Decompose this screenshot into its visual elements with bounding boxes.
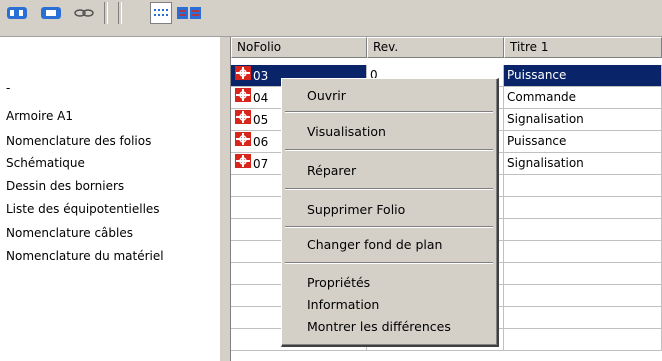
column-header-titre1[interactable]: Titre 1: [504, 37, 662, 58]
context-menu: Ouvrir Visualisation Réparer Supprimer F…: [281, 78, 499, 347]
menu-item-ouvrir[interactable]: Ouvrir: [307, 88, 346, 103]
tree-item-dessin-borniers[interactable]: Dessin des borniers: [6, 179, 124, 193]
menu-separator: [285, 111, 493, 113]
folio-number: 03: [253, 69, 269, 83]
tree-item-equipotentielles[interactable]: Liste des équipotentielles: [6, 202, 160, 216]
tree-item-nomenclature-folios[interactable]: Nomenclature des folios: [6, 134, 151, 148]
pane-splitter[interactable]: [219, 37, 231, 361]
menu-item-supprimer-folio[interactable]: Supprimer Folio: [307, 202, 405, 217]
column-header-rev[interactable]: Rev.: [367, 37, 504, 58]
folio-icon: [234, 131, 252, 152]
folio-number: 05: [253, 113, 269, 127]
project-tree: - Armoire A1 Nomenclature des folios Sch…: [0, 37, 219, 361]
menu-separator: [285, 226, 493, 228]
menu-item-information[interactable]: Information: [307, 297, 379, 312]
toolbar: [0, 0, 662, 37]
grid-header: NoFolio Rev. Titre 1: [231, 37, 662, 58]
tree-item-schematique[interactable]: Schématique: [6, 156, 85, 170]
title-cell[interactable]: Puissance: [504, 131, 662, 153]
menu-separator: [285, 188, 493, 190]
title-cell[interactable]: Signalisation: [504, 153, 662, 175]
tree-item-armoire[interactable]: Armoire A1: [6, 109, 73, 123]
folio-number: 07: [253, 157, 269, 171]
column-header-nofolio[interactable]: NoFolio: [231, 37, 367, 58]
toolbar-separator: [118, 2, 122, 24]
menu-item-changer-fond-de-plan[interactable]: Changer fond de plan: [307, 237, 442, 252]
list-view-icon[interactable]: [150, 2, 172, 24]
folio-icon: [234, 65, 252, 86]
folio-remove-icon[interactable]: [38, 2, 64, 24]
menu-separator: [285, 149, 493, 151]
folio-icon: [234, 153, 252, 174]
title-cell[interactable]: Puissance: [504, 65, 662, 87]
menu-item-montrer-differences[interactable]: Montrer les différences: [307, 319, 451, 334]
folio-icon: [234, 109, 252, 130]
title-cell[interactable]: Signalisation: [504, 109, 662, 131]
menu-separator: [285, 262, 493, 264]
menu-item-visualisation[interactable]: Visualisation: [307, 124, 386, 139]
folio-icon: [234, 87, 252, 108]
menu-item-proprietes[interactable]: Propriétés: [307, 275, 370, 290]
title-cell[interactable]: Commande: [504, 87, 662, 109]
tree-item[interactable]: -: [6, 81, 10, 95]
tree-item-nomenclature-cables[interactable]: Nomenclature câbles: [6, 226, 133, 240]
folio-number: 04: [253, 91, 269, 105]
menu-item-reparer[interactable]: Réparer: [307, 163, 356, 178]
folio-number: 06: [253, 135, 269, 149]
folio-multi-icon[interactable]: [176, 2, 202, 24]
link-icon[interactable]: [72, 2, 96, 24]
folio-add-icon[interactable]: [4, 2, 30, 24]
tree-item-nomenclature-materiel[interactable]: Nomenclature du matériel: [6, 249, 164, 263]
toolbar-separator: [104, 2, 108, 24]
